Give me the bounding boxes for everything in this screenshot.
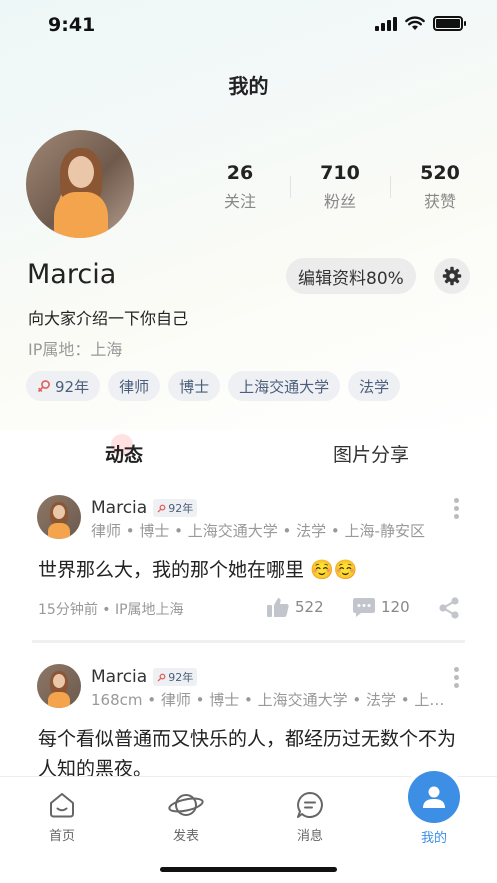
post-footer: 15分钟前 • IP属地上海 522 120	[38, 597, 463, 621]
stat-value: 26	[226, 162, 254, 184]
share-button[interactable]	[438, 597, 460, 623]
user-icon	[423, 786, 445, 808]
post-divider	[32, 640, 465, 643]
more-options-icon[interactable]	[452, 667, 460, 688]
ip-location: IP属地：上海	[28, 340, 123, 359]
planet-icon	[168, 794, 204, 816]
profile-screen: 9:41 我的 26 关注 710 粉丝 520 获赞 Marcia 编辑资料8…	[0, 0, 497, 883]
stat-label: 关注	[223, 192, 256, 211]
comment-count: 120	[381, 598, 410, 616]
tab-label: 消息	[296, 829, 323, 844]
status-bar: 9:41	[0, 0, 497, 50]
tag-profession: 律师	[108, 371, 161, 401]
profile-tags: 92年 律师 博士 上海交通大学 法学	[26, 371, 401, 401]
tab-home[interactable]: 首页	[27, 789, 97, 844]
tag-degree: 博士	[168, 371, 221, 401]
age-badge-label: 92年	[168, 671, 194, 684]
female-symbol-icon	[157, 504, 166, 512]
tab-profile[interactable]	[408, 771, 460, 823]
tab-publish[interactable]: 发表	[151, 789, 221, 844]
tab-label: 首页	[48, 829, 75, 844]
tab-photo-sharing[interactable]: 图片分享	[333, 440, 409, 467]
post-content: 世界那么大，我的那个她在哪里 ☺️☺️	[38, 559, 358, 581]
thumbs-up-icon	[267, 598, 289, 617]
age-badge: 92年	[153, 668, 198, 686]
stat-followers[interactable]: 710 粉丝	[290, 162, 390, 212]
age-badge-label: 92年	[168, 502, 194, 515]
status-icons	[375, 16, 466, 31]
post-author: Marcia 92年	[91, 498, 198, 518]
stat-likes[interactable]: 520 获赞	[390, 162, 490, 212]
tab-messages[interactable]: 消息	[275, 789, 345, 844]
profile-stats: 26 关注 710 粉丝 520 获赞	[190, 162, 490, 212]
age-badge: 92年	[153, 499, 198, 517]
comment-icon	[353, 598, 375, 617]
like-button[interactable]: 522	[267, 597, 324, 617]
like-count: 522	[295, 598, 324, 616]
post-time: 15分钟前 • IP属地上海	[38, 602, 184, 618]
wifi-icon	[405, 16, 425, 30]
post-avatar[interactable]	[37, 495, 81, 539]
stat-value: 520	[420, 162, 460, 184]
page-title: 我的	[228, 74, 269, 98]
home-indicator	[160, 867, 337, 872]
stat-label: 粉丝	[323, 192, 356, 211]
post-author-meta: 168cm • 律师 • 博士 • 上海交通大学 • 法学 • 上…	[91, 691, 445, 709]
content-tabs: 动态 图片分享	[0, 434, 497, 470]
gear-icon	[442, 266, 462, 286]
female-symbol-icon	[37, 380, 50, 393]
profile-bio[interactable]: 向大家介绍一下你自己	[28, 305, 188, 329]
status-time: 9:41	[48, 14, 96, 36]
stat-label: 获赞	[423, 192, 456, 211]
tab-label: 发表	[172, 829, 199, 844]
settings-button[interactable]	[434, 258, 470, 294]
tab-posts[interactable]: 动态	[105, 434, 143, 467]
tag-age: 92年	[26, 371, 101, 401]
comment-button[interactable]: 120	[353, 597, 410, 617]
battery-icon	[433, 16, 466, 31]
cellular-signal-icon	[375, 16, 397, 31]
tab-label-active: 我的	[420, 831, 447, 846]
post-content: 每个看似普通而又快乐的人，都经历过无数个不为人知的黑夜。	[38, 728, 457, 780]
post-avatar[interactable]	[37, 664, 81, 708]
stat-value: 710	[320, 162, 360, 184]
profile-avatar[interactable]	[26, 130, 134, 238]
female-symbol-icon	[157, 673, 166, 681]
post-author-name: Marcia	[91, 667, 148, 687]
tag-major: 法学	[348, 371, 401, 401]
post-author-meta: 律师 • 博士 • 上海交通大学 • 法学 • 上海-静安区	[91, 522, 425, 540]
home-icon	[50, 793, 74, 818]
message-icon	[297, 792, 323, 818]
post-author-name: Marcia	[91, 498, 148, 518]
stat-following[interactable]: 26 关注	[190, 162, 290, 212]
edit-profile-button[interactable]: 编辑资料80%	[286, 258, 416, 294]
profile-username: Marcia	[27, 259, 117, 290]
tag-school: 上海交通大学	[228, 371, 341, 401]
more-options-icon[interactable]	[452, 498, 460, 519]
share-icon	[439, 597, 459, 619]
post-author: Marcia 92年	[91, 667, 198, 687]
tag-label: 92年	[55, 377, 90, 396]
